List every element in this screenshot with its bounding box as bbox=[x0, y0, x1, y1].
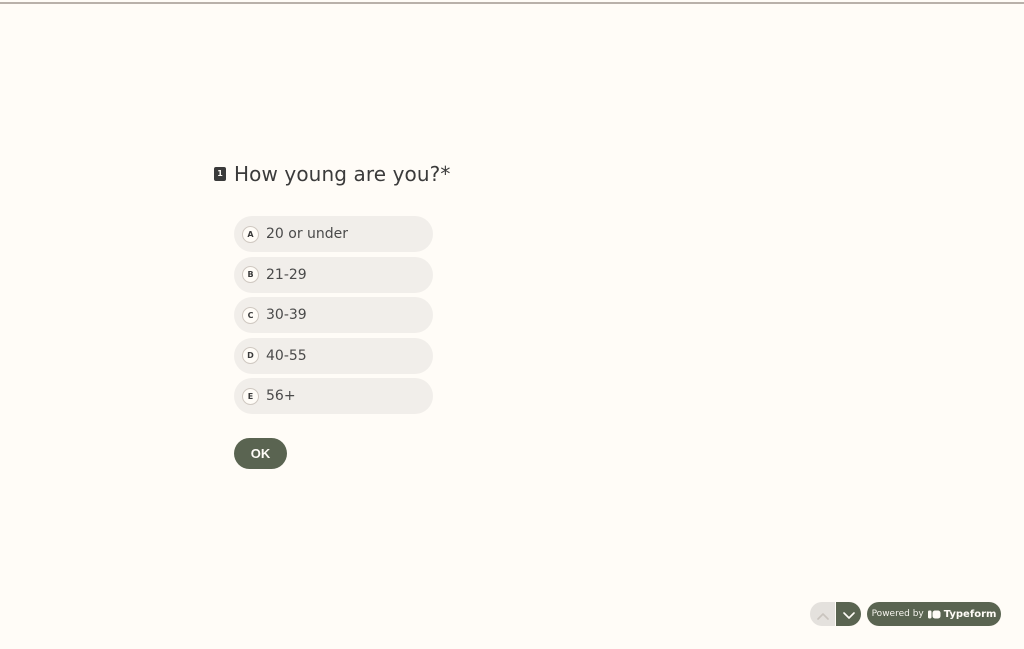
choice-option-e[interactable]: E 56+ bbox=[234, 378, 433, 414]
choice-label: 30-39 bbox=[266, 307, 307, 323]
choice-list: A 20 or under B 21-29 C 30-39 D 40-55 E … bbox=[234, 216, 434, 419]
choice-option-d[interactable]: D 40-55 bbox=[234, 337, 433, 374]
question-title: How young are you? bbox=[234, 162, 441, 186]
chevron-down-icon bbox=[842, 605, 855, 624]
progress-bar bbox=[0, 0, 1024, 4]
powered-by-typeform-link[interactable]: Powered by Typeform bbox=[867, 602, 1001, 626]
progress-bar-fill bbox=[0, 2, 1024, 4]
typeform-brand-name: Typeform bbox=[943, 608, 997, 620]
typeform-logo-icon bbox=[927, 610, 941, 619]
question-header: 1 How young are you? * bbox=[214, 160, 814, 188]
choice-option-c[interactable]: C 30-39 bbox=[234, 297, 433, 333]
choice-key-badge: B bbox=[242, 266, 259, 283]
choice-key-badge: E bbox=[242, 387, 259, 405]
question-block: 1 How young are you? * A 20 or under B 21… bbox=[214, 160, 814, 469]
previous-question-button[interactable] bbox=[810, 602, 835, 626]
choice-label: 56+ bbox=[266, 388, 296, 404]
required-mark: * bbox=[440, 162, 451, 186]
powered-by-label: Powered by bbox=[871, 609, 924, 619]
choice-key-badge: A bbox=[242, 225, 259, 243]
choice-label: 21-29 bbox=[266, 266, 307, 283]
choice-label: 20 or under bbox=[266, 226, 349, 242]
next-question-button[interactable] bbox=[836, 602, 861, 626]
choice-option-b[interactable]: B 21-29 bbox=[234, 256, 433, 293]
navigation-controls bbox=[810, 602, 861, 626]
choice-label: 40-55 bbox=[266, 347, 307, 364]
choice-key-badge: C bbox=[242, 306, 259, 324]
choice-option-a[interactable]: A 20 or under bbox=[234, 216, 433, 252]
ok-button[interactable]: OK bbox=[234, 438, 287, 469]
chevron-up-icon bbox=[816, 605, 829, 624]
choice-key-badge: D bbox=[242, 347, 259, 364]
question-number-badge: 1 bbox=[214, 167, 226, 181]
